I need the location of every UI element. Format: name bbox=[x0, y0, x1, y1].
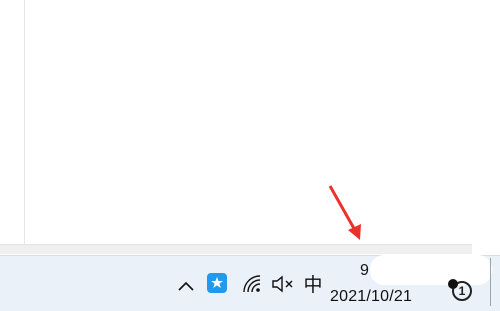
red-arrow-annotation bbox=[328, 185, 361, 240]
show-desktop-button[interactable] bbox=[490, 258, 491, 306]
qq-tray-button[interactable] bbox=[206, 272, 228, 294]
clock-date: 2021/10/21 bbox=[330, 288, 413, 305]
network-button[interactable] bbox=[240, 272, 266, 296]
notification-dot bbox=[448, 279, 458, 289]
clock-time: 9 bbox=[360, 262, 369, 279]
volume-button[interactable] bbox=[270, 272, 296, 296]
qq-icon bbox=[207, 273, 227, 293]
show-hidden-icons-button[interactable] bbox=[174, 274, 198, 298]
left-border bbox=[24, 0, 25, 244]
wifi-icon bbox=[243, 275, 261, 293]
horizontal-scrollbar[interactable] bbox=[0, 244, 472, 254]
document-area bbox=[0, 0, 500, 244]
volume-muted-icon bbox=[272, 275, 293, 293]
chevron-up-icon bbox=[178, 281, 194, 291]
notification-center-button[interactable]: 1 bbox=[448, 279, 476, 305]
